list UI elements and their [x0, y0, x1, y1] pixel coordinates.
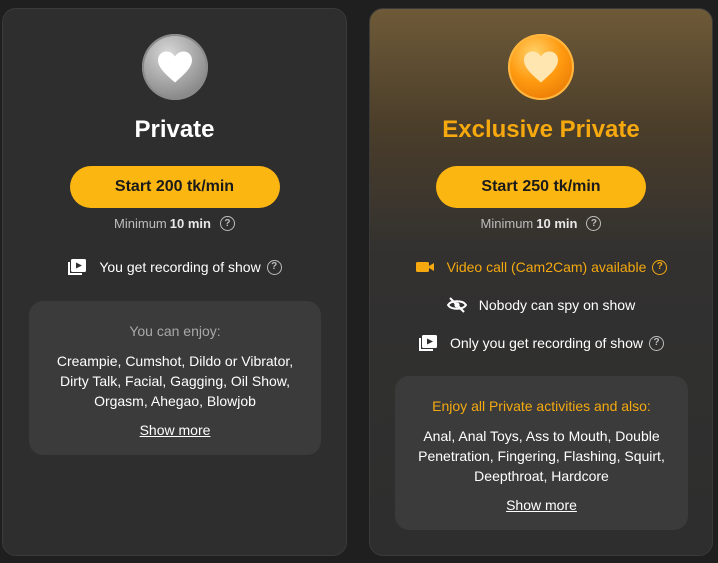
video-play-icon — [418, 334, 438, 352]
feature-no-spy: Nobody can spy on show — [370, 296, 712, 314]
card-title: Private — [134, 116, 215, 143]
video-play-icon — [67, 258, 87, 276]
feature-cam2cam: Video call (Cam2Cam) available ? — [370, 258, 712, 276]
exclusive-private-card: Exclusive Private Start 250 tk/min Minim… — [369, 8, 713, 556]
private-card: Private Start 200 tk/min Minimum 10 min … — [2, 8, 347, 556]
enjoy-list: Creampie, Cumshot, Dildo or Vibrator, Di… — [56, 353, 294, 409]
enjoy-heading: Enjoy all Private activities and also: — [432, 398, 651, 414]
enjoy-list: Anal, Anal Toys, Ass to Mouth, Double Pe… — [418, 428, 665, 484]
help-icon[interactable]: ? — [649, 335, 664, 351]
help-icon[interactable]: ? — [652, 259, 668, 275]
minimum-duration: Minimum 10 min ? — [3, 216, 346, 231]
heart-icon — [508, 34, 574, 100]
card-title: Exclusive Private — [442, 116, 640, 143]
enjoy-box: You can enjoy: Creampie, Cumshot, Dildo … — [29, 301, 321, 455]
enjoy-heading: You can enjoy: — [129, 323, 221, 339]
camera-icon — [415, 258, 435, 276]
start-private-button[interactable]: Start 200 tk/min — [69, 166, 280, 208]
heart-icon — [141, 34, 208, 100]
enjoy-box: Enjoy all Private activities and also: A… — [395, 376, 688, 530]
help-icon[interactable]: ? — [586, 216, 602, 231]
minimum-duration: Minimum 10 min ? — [370, 216, 712, 231]
show-more-link[interactable]: Show more — [140, 422, 211, 438]
start-exclusive-button[interactable]: Start 250 tk/min — [436, 166, 646, 208]
help-icon[interactable]: ? — [266, 259, 282, 275]
feature-recording: Only you get recording of show ? — [370, 334, 712, 352]
help-icon[interactable]: ? — [219, 216, 235, 231]
show-more-link[interactable]: Show more — [506, 497, 577, 513]
eye-off-icon — [446, 296, 467, 314]
feature-recording: You get recording of show ? — [3, 258, 346, 276]
